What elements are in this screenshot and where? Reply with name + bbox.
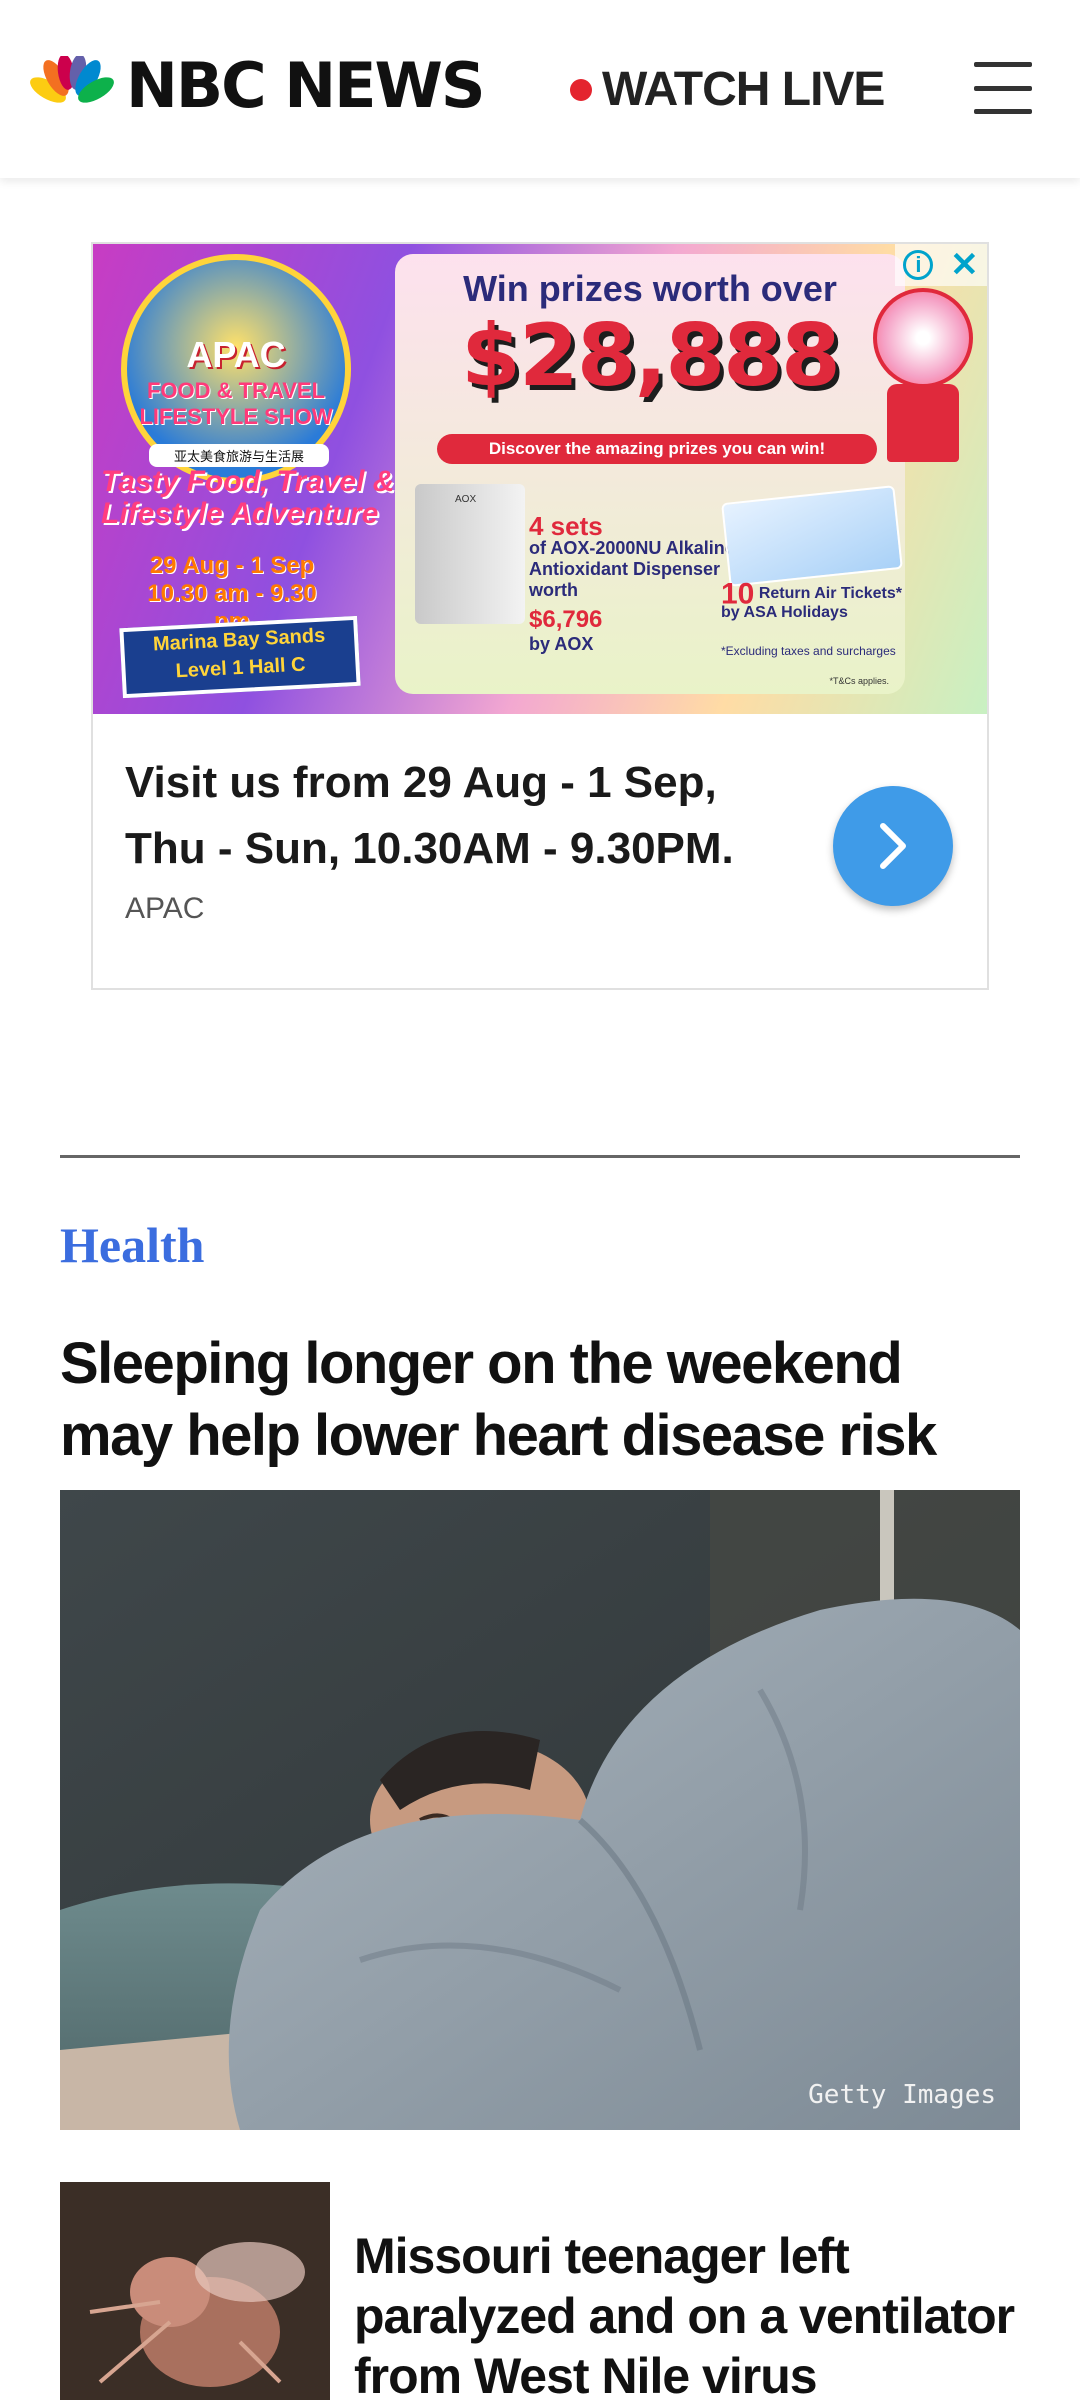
sleeping-man-illustration [60, 1490, 1020, 2130]
gumball-machine-icon [873, 288, 973, 388]
apac-chinese-title: 亚太美食旅游与生活展 [149, 444, 329, 467]
prize-panel: Win prizes worth over $28,888 Discover t… [395, 254, 905, 694]
ad-source: APAC [125, 892, 205, 925]
watch-live-button[interactable]: WATCH LIVE [570, 62, 885, 117]
apac-title: APAC [186, 334, 286, 375]
apac-subtitle: FOOD & TRAVEL LIFESTYLE SHOW [139, 378, 333, 429]
live-dot-icon [570, 78, 592, 101]
win-text: Win prizes worth over [463, 268, 837, 309]
mosquito-image [60, 2182, 330, 2400]
ad-footer[interactable]: Visit us from 29 Aug - 1 Sep, Thu - Sun,… [93, 714, 987, 988]
story-headline[interactable]: Missouri teenager left paralyzed and on … [354, 2226, 1034, 2406]
ad-close-icon[interactable]: ✕ [950, 248, 979, 282]
prize-amount: $28,888 [461, 306, 841, 406]
tickets-prize: 10 Return Air Tickets* by ASA Holidays [721, 579, 905, 622]
terms-note: *T&Cs applies. [829, 676, 889, 686]
ad-dates: 29 Aug - 1 Sep [149, 552, 315, 579]
ad-choices-badge[interactable]: i ✕ [895, 244, 987, 286]
hamburger-menu-icon[interactable] [974, 62, 1032, 114]
brand-name: NBC NEWS [126, 49, 486, 122]
sets-by: by AOX [529, 634, 594, 654]
dispenser-image: AOX [415, 484, 525, 624]
site-header: NBC NEWS WATCH LIVE [0, 0, 1080, 178]
gumball-base-icon [887, 384, 959, 462]
article-headline[interactable]: Sleeping longer on the weekend may help … [60, 1328, 1020, 1472]
tickets-note: *Excluding taxes and surcharges [721, 644, 896, 658]
sets-count: 4 sets [529, 511, 603, 541]
ad-venue: Marina Bay Sands Level 1 Hall C [119, 615, 361, 699]
advertisement[interactable]: APAC FOOD & TRAVEL LIFESTYLE SHOW 亚太美食旅游… [91, 242, 989, 990]
image-credit: Getty Images [808, 2080, 996, 2110]
apac-logo: APAC FOOD & TRAVEL LIFESTYLE SHOW 亚太美食旅游… [121, 254, 351, 484]
ad-open-button[interactable] [833, 786, 953, 906]
story-thumbnail[interactable] [60, 2182, 330, 2400]
section-divider [60, 1155, 1020, 1158]
article-hero-image[interactable]: Getty Images [60, 1490, 1020, 2130]
discover-banner: Discover the amazing prizes you can win! [437, 434, 877, 464]
ad-headline[interactable]: Visit us from 29 Aug - 1 Sep, Thu - Sun,… [125, 750, 785, 882]
sets-description: of AOX-2000NU Alkaline Antioxidant Dispe… [529, 538, 735, 600]
chevron-right-icon [880, 823, 906, 869]
peacock-logo-icon [30, 56, 114, 116]
watch-live-label: WATCH LIVE [602, 63, 885, 116]
ad-tagline: Tasty Food, Travel & Lifestyle Adventure [101, 465, 395, 530]
ad-banner-image[interactable]: APAC FOOD & TRAVEL LIFESTYLE SHOW 亚太美食旅游… [93, 244, 987, 714]
air-tickets-image [721, 485, 903, 587]
nbc-news-logo[interactable]: NBC NEWS [30, 49, 486, 122]
section-label[interactable]: Health [60, 1216, 204, 1274]
sets-price: $6,796 [529, 606, 603, 633]
ad-info-icon[interactable]: i [903, 250, 934, 280]
dispenser-brand: AOX [455, 494, 477, 505]
